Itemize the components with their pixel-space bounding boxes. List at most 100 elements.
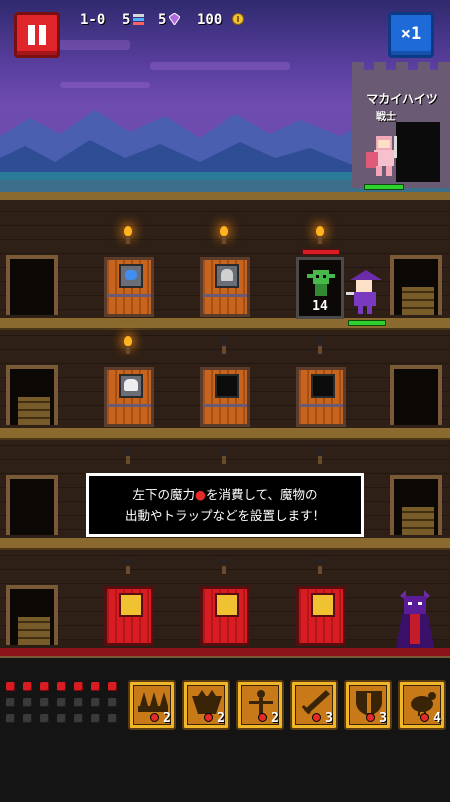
spikes-card[interactable]: 2	[128, 680, 176, 730]
pit-card[interactable]: 2	[182, 680, 230, 730]
torch-stick	[126, 346, 130, 354]
mana-pip	[91, 714, 100, 723]
mana-pip	[57, 682, 66, 691]
mana-gem-icon	[150, 713, 159, 722]
flame	[220, 556, 228, 566]
room-door-empty[interactable]	[296, 367, 346, 427]
flame	[316, 446, 324, 456]
torch-stick	[126, 566, 130, 574]
stairs	[402, 507, 434, 535]
flame	[220, 336, 228, 346]
wizard-health-bar	[348, 320, 386, 326]
card-cost: 3	[325, 711, 333, 726]
shield-card[interactable]: 3	[344, 680, 392, 730]
stage-counter: 1-0	[80, 12, 106, 28]
mana-pip	[108, 682, 117, 691]
castle-merlon	[396, 62, 408, 70]
door-band	[203, 294, 247, 297]
stairway-left	[6, 475, 58, 535]
door-window	[311, 374, 335, 398]
torch-icon	[217, 446, 231, 464]
mana-pip	[74, 698, 83, 707]
door-window	[119, 374, 143, 398]
ghost-icon	[221, 269, 233, 281]
card-cost: 2	[163, 711, 171, 726]
pause-icon	[28, 25, 35, 45]
scarecrow-card[interactable]: 2	[236, 680, 284, 730]
torch-icon	[217, 226, 231, 244]
tutorial-tooltip: 左下の魔力●を消費して、魔物の 出動やトラップなどを設置します！	[86, 473, 364, 537]
mana-pip	[6, 714, 15, 723]
sword-card[interactable]: 3	[290, 680, 338, 730]
demon-lord-sprite	[396, 590, 434, 648]
card-cost: 2	[271, 711, 279, 726]
castle-sign: マカイハイツ	[366, 92, 438, 106]
mana-pip	[6, 698, 15, 707]
gem-icon	[169, 13, 180, 25]
room-door-ghost[interactable]	[200, 257, 250, 317]
castle-merlon	[438, 62, 450, 70]
speed-button[interactable]: ×1	[388, 12, 434, 58]
mana-pip	[23, 698, 32, 707]
torch-stick	[318, 566, 322, 574]
wizard-hero-sprite	[346, 270, 382, 314]
room-door-slime[interactable]	[104, 257, 154, 317]
torch-stick	[126, 236, 130, 244]
boss-room-door[interactable]	[200, 586, 250, 646]
room-door-skeleton[interactable]	[104, 367, 154, 427]
flame	[316, 556, 324, 566]
stairway-left	[6, 365, 58, 425]
chicken-card[interactable]: 4	[398, 680, 446, 730]
boss-room-door[interactable]	[296, 586, 346, 646]
door-band	[107, 404, 151, 407]
flame	[124, 556, 132, 566]
mana-pip	[74, 682, 83, 691]
open-room-door[interactable]: 14	[296, 257, 344, 319]
torch-icon	[121, 336, 135, 354]
tooltip-text: を消費して、魔物の	[205, 487, 318, 502]
boss-room-door[interactable]	[104, 586, 154, 646]
door-band	[203, 404, 247, 407]
torch-icon	[217, 556, 231, 574]
stairway-right	[390, 365, 442, 425]
goblin-count: 14	[312, 299, 328, 314]
torch-icon	[121, 226, 135, 244]
tooltip-text: 左下の魔力	[132, 487, 196, 502]
mana-pip	[57, 698, 66, 707]
mana-pip	[40, 698, 49, 707]
torch-stick	[222, 456, 226, 464]
torch-stick	[222, 346, 226, 354]
mana-pip	[6, 682, 15, 691]
floor-ledge	[0, 538, 450, 550]
door-band	[299, 404, 343, 407]
door-window	[119, 593, 143, 617]
hero-health-bar	[364, 184, 404, 190]
torch-icon	[313, 336, 327, 354]
torch-stick	[222, 236, 226, 244]
gem-count: 5	[158, 12, 167, 28]
mana-gem-icon	[312, 713, 321, 722]
torch-stick	[318, 456, 322, 464]
mana-gem-icon	[420, 713, 429, 722]
mana-pip	[57, 714, 66, 723]
torch-stick	[222, 566, 226, 574]
door-window	[311, 593, 335, 617]
cloud	[60, 82, 150, 88]
torch-icon	[313, 556, 327, 574]
stairway-right	[390, 255, 442, 315]
goblin-sprite	[307, 270, 335, 296]
castle-merlon	[352, 62, 364, 70]
room-door-empty[interactable]	[200, 367, 250, 427]
castle-merlon	[374, 62, 386, 70]
skull-icon	[124, 379, 138, 391]
door-window	[215, 374, 239, 398]
door-window	[215, 593, 239, 617]
torch-stick	[126, 456, 130, 464]
mana-pip	[91, 682, 100, 691]
slime-icon	[125, 270, 137, 280]
door-window	[119, 264, 143, 288]
card-cost: 4	[433, 711, 441, 726]
torch-stick	[318, 346, 322, 354]
pause-button[interactable]	[14, 12, 60, 58]
stairs	[18, 617, 50, 645]
